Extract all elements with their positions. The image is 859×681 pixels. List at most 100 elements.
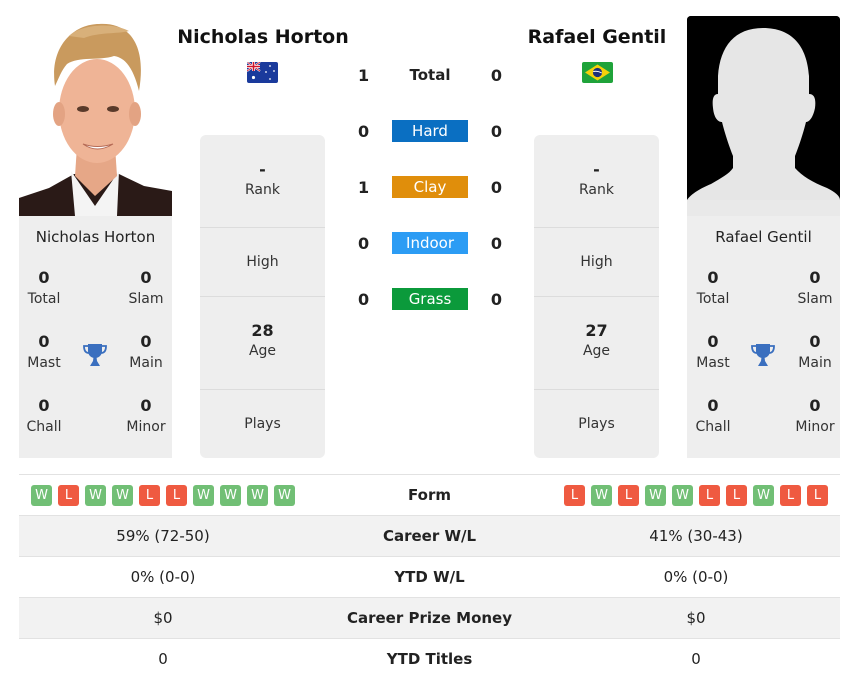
silhouette-placeholder-icon <box>687 16 840 216</box>
player1-h2h-total: 1 <box>358 65 370 85</box>
player1-name-label[interactable]: Nicholas Horton <box>19 228 172 246</box>
titles-mast-label: Mast <box>696 355 730 371</box>
player1-plays: Plays <box>200 413 325 432</box>
form-badge-win[interactable]: W <box>672 484 693 506</box>
form-badge-win[interactable]: W <box>220 484 241 506</box>
rank-label: Rank <box>245 182 280 198</box>
divider <box>200 227 325 228</box>
form-badge-win[interactable]: W <box>274 484 295 506</box>
ytd-titles-label: YTD Titles <box>386 650 473 668</box>
titles-slam-label: Slam <box>128 291 164 307</box>
titles-chall-value: 0 <box>707 396 719 415</box>
form-badge-win[interactable]: W <box>193 484 214 506</box>
player2-name-label[interactable]: Rafael Gentil <box>687 228 840 246</box>
player1-portrait-image <box>19 16 172 216</box>
titles-total: 0 Total <box>14 268 74 307</box>
player2-name-heading[interactable]: Rafael Gentil <box>497 26 697 48</box>
titles-slam-value: 0 <box>809 268 821 287</box>
career-wl-label: Career W/L <box>382 527 477 545</box>
form-badge-loss[interactable]: L <box>166 484 187 506</box>
form-badge-loss[interactable]: L <box>564 484 585 506</box>
titles-minor-value: 0 <box>809 396 821 415</box>
titles-slam-label: Slam <box>797 291 833 307</box>
trophy-icon <box>82 342 108 368</box>
age-label: Age <box>248 343 277 359</box>
titles-chall: 0 Chall <box>14 396 74 435</box>
form-row: WLWWLLWWWW Form LWLWWLLWLL <box>19 474 840 515</box>
player2-career-wl: 41% (30-43) <box>649 527 743 545</box>
titles-minor-label: Minor <box>795 419 835 435</box>
brazil-flag-icon <box>582 62 613 83</box>
rank-value: - <box>259 160 266 179</box>
form-badge-win[interactable]: W <box>31 484 52 506</box>
titles-slam-value: 0 <box>140 268 152 287</box>
career-prize-money-row: $0 Career Prize Money $0 <box>19 597 840 638</box>
player2-ranking-box: - Rank High 27 Age Plays <box>534 135 659 458</box>
form-badge-win[interactable]: W <box>247 484 268 506</box>
form-badge-win[interactable]: W <box>85 484 106 506</box>
titles-chall-label: Chall <box>26 419 62 435</box>
titles-total: 0 Total <box>683 268 743 307</box>
form-badge-loss[interactable]: L <box>726 484 747 506</box>
titles-slam: 0 Slam <box>785 268 845 307</box>
titles-minor: 0 Minor <box>116 396 176 435</box>
form-badge-loss[interactable]: L <box>139 484 160 506</box>
rank-value: - <box>593 160 600 179</box>
player1-rank: - Rank <box>200 160 325 198</box>
age-value: 28 <box>251 321 274 340</box>
player1-name-heading[interactable]: Nicholas Horton <box>163 26 363 48</box>
form-label: Form <box>408 486 451 504</box>
titles-minor-value: 0 <box>140 396 152 415</box>
form-badge-loss[interactable]: L <box>58 484 79 506</box>
titles-chall: 0 Chall <box>683 396 743 435</box>
form-badge-win[interactable]: W <box>591 484 612 506</box>
player2-titles-box: Rafael Gentil 0 Total 0 Slam 0 Mast 0 Ma… <box>687 216 840 458</box>
h2h-row-clay: 1 Clay 0 <box>340 175 520 199</box>
titles-chall-label: Chall <box>695 419 731 435</box>
age-value: 27 <box>585 321 608 340</box>
player1-prize-money: $0 <box>153 609 173 627</box>
player2-h2h-grass: 0 <box>490 289 502 309</box>
ytd-titles-row: 0 YTD Titles 0 <box>19 638 840 679</box>
surface-badge-hard: Hard <box>392 120 468 142</box>
player1-career-wl: 59% (72-50) <box>116 527 210 545</box>
surface-badge-grass: Grass <box>392 288 468 310</box>
titles-mast-label: Mast <box>27 355 61 371</box>
player1-h2h-grass: 0 <box>358 289 370 309</box>
high-label: High <box>580 254 613 270</box>
titles-total-value: 0 <box>707 268 719 287</box>
form-badge-loss[interactable]: L <box>807 484 828 506</box>
career-wl-row: 59% (72-50) Career W/L 41% (30-43) <box>19 515 840 556</box>
player2-age: 27 Age <box>534 321 659 359</box>
player1-ytd-wl: 0% (0-0) <box>130 568 196 586</box>
titles-total-label: Total <box>696 291 730 307</box>
h2h-row-hard: 0 Hard 0 <box>340 119 520 143</box>
age-label: Age <box>582 343 611 359</box>
player2-plays: Plays <box>534 413 659 432</box>
form-badge-loss[interactable]: L <box>618 484 639 506</box>
divider <box>534 227 659 228</box>
player1-age: 28 Age <box>200 321 325 359</box>
player1-titles-box: Nicholas Horton 0 Total 0 Slam 0 Mast 0 … <box>19 216 172 458</box>
australia-flag-icon <box>247 62 278 83</box>
divider <box>534 389 659 390</box>
titles-mast-value: 0 <box>707 332 719 351</box>
player2-photo <box>687 16 840 216</box>
titles-main: 0 Main <box>785 332 845 371</box>
h2h-row-indoor: 0 Indoor 0 <box>340 231 520 255</box>
titles-main-label: Main <box>798 355 832 371</box>
titles-mast: 0 Mast <box>683 332 743 371</box>
form-badge-loss[interactable]: L <box>780 484 801 506</box>
ytd-wl-row: 0% (0-0) YTD W/L 0% (0-0) <box>19 556 840 597</box>
player2-ytd-titles: 0 <box>691 650 701 668</box>
titles-mast: 0 Mast <box>14 332 74 371</box>
surface-badge-indoor: Indoor <box>392 232 468 254</box>
h2h-row-total: 1 Total 0 <box>340 63 520 87</box>
player2-form-badges: LWLWWLLWLL <box>552 484 840 506</box>
form-badge-win[interactable]: W <box>112 484 133 506</box>
form-badge-loss[interactable]: L <box>699 484 720 506</box>
form-badge-win[interactable]: W <box>645 484 666 506</box>
plays-label: Plays <box>244 416 281 432</box>
form-badge-win[interactable]: W <box>753 484 774 506</box>
titles-minor-label: Minor <box>126 419 166 435</box>
